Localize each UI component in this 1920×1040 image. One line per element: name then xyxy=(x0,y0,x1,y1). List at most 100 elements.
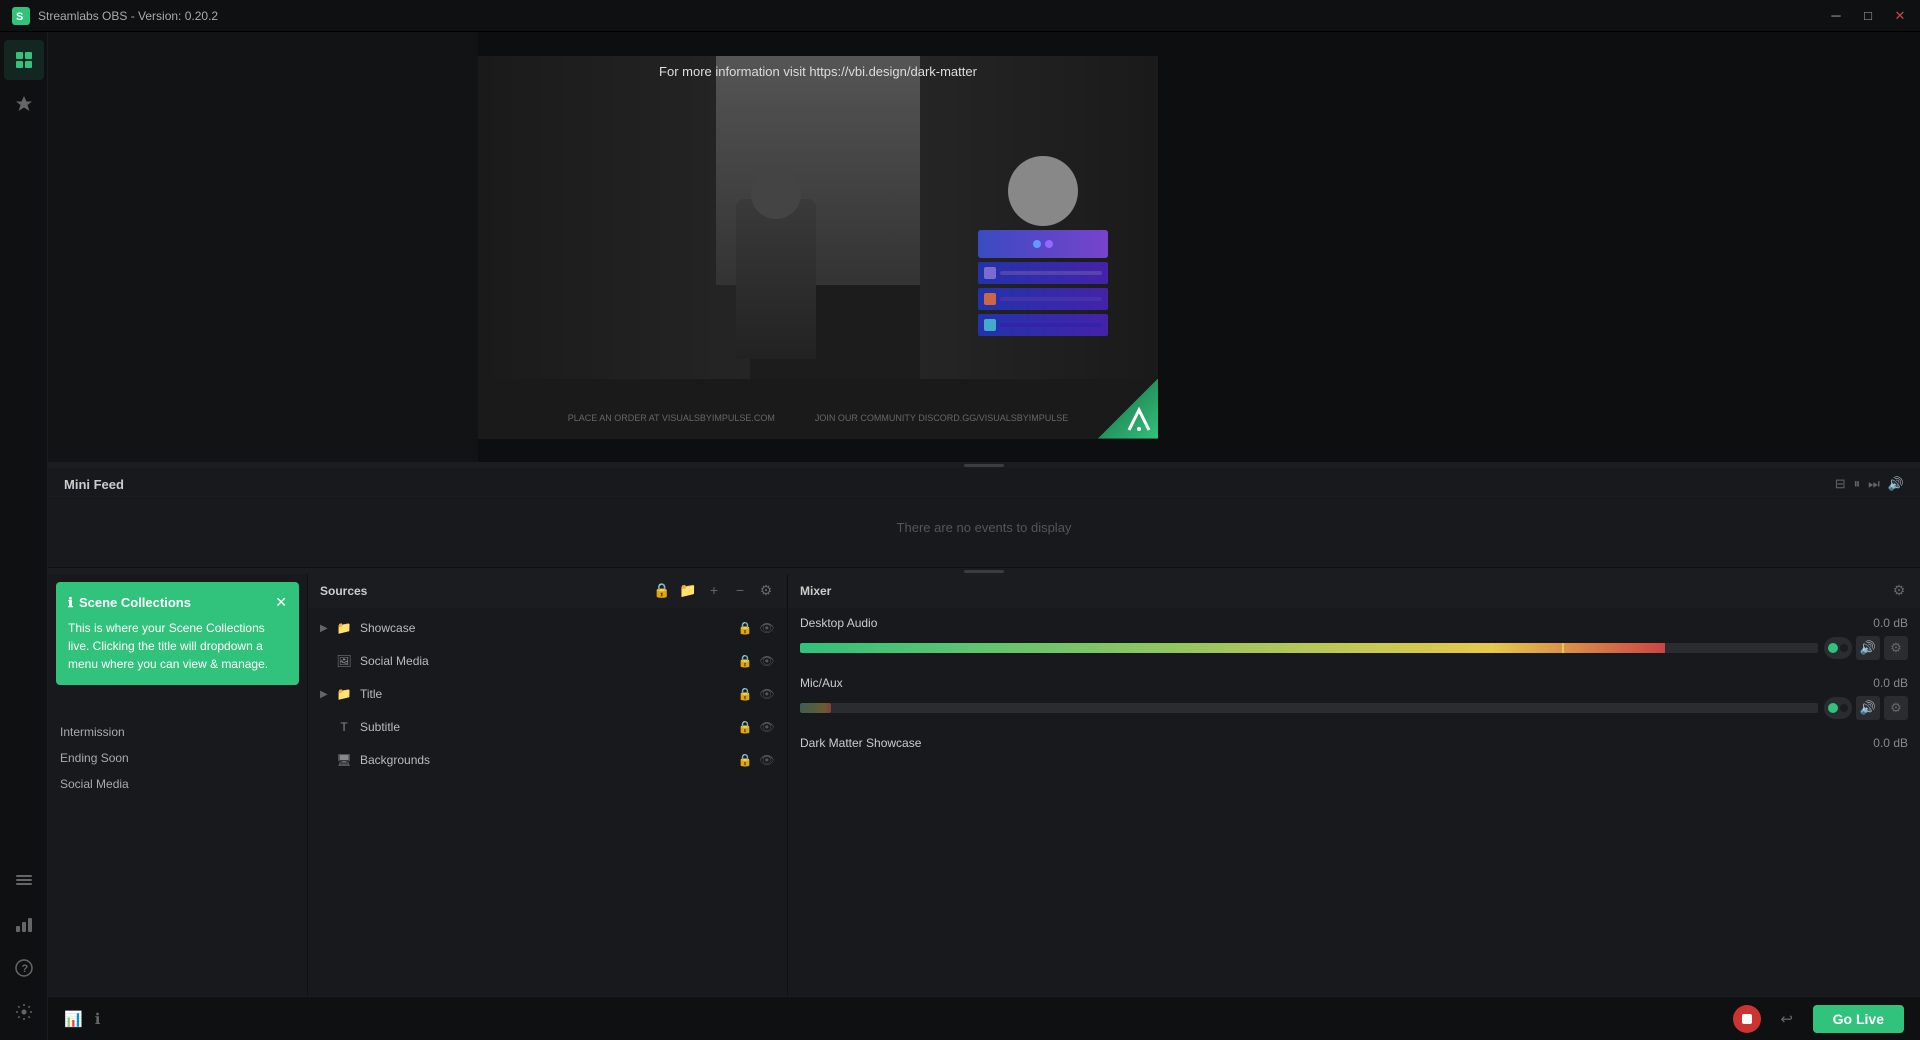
scene-item-intermission[interactable]: Intermission xyxy=(48,719,307,745)
tooltip-text: This is where your Scene Collections liv… xyxy=(68,619,287,673)
source-eye-subtitle[interactable]: 👁 xyxy=(759,720,775,734)
source-eye-backgrounds[interactable]: 👁 xyxy=(759,753,775,767)
close-button[interactable]: ✕ xyxy=(1892,8,1908,24)
source-actions-subtitle: 🔒 👁 xyxy=(737,720,775,734)
source-eye-title[interactable]: 👁 xyxy=(759,687,775,701)
source-lock-subtitle[interactable]: 🔒 xyxy=(737,720,753,734)
tooltip-close-button[interactable]: ✕ xyxy=(275,594,287,611)
source-name-subtitle: Subtitle xyxy=(360,720,737,734)
restore-button[interactable]: ↩ xyxy=(1773,1005,1801,1033)
mixer-track-mic-db: 0.0 dB xyxy=(1873,676,1908,690)
source-item-social-media[interactable]: 🖼 Social Media 🔒 👁 xyxy=(308,645,787,678)
source-item-showcase[interactable]: ▶ 📁 Showcase 🔒 👁 xyxy=(308,612,787,645)
avatar-bar-3 xyxy=(978,314,1108,336)
source-text-icon: T xyxy=(334,717,354,737)
avatar-bar-2 xyxy=(978,288,1108,310)
source-lock-showcase[interactable]: 🔒 xyxy=(737,621,753,635)
sidebar-item-stats[interactable] xyxy=(4,904,44,944)
source-actions-showcase: 🔒 👁 xyxy=(737,621,775,635)
mixer-track-desktop-db: 0.0 dB xyxy=(1873,616,1908,630)
mini-feed-filter-icon[interactable]: ⊟ xyxy=(1835,476,1846,492)
avatar-circle xyxy=(1008,156,1078,226)
scene-item-ending-soon[interactable]: Ending Soon xyxy=(48,745,307,771)
source-lock-title[interactable]: 🔒 xyxy=(737,687,753,701)
maximize-button[interactable]: □ xyxy=(1860,8,1876,24)
mixer-desktop-settings-icon[interactable]: ⚙ xyxy=(1884,636,1908,660)
scene-collections-tooltip: ℹ Scene Collections ✕ This is where your… xyxy=(56,582,299,685)
svg-text:S: S xyxy=(16,11,23,23)
source-lock-social[interactable]: 🔒 xyxy=(737,654,753,668)
mixer-track-mic-header: Mic/Aux 0.0 dB xyxy=(800,676,1908,690)
mixer-track-mic: Mic/Aux 0.0 dB xyxy=(800,676,1908,720)
preview-area: For more information visit https://vbi.d… xyxy=(48,32,1920,462)
info-icon: ℹ xyxy=(68,595,73,611)
mini-feed: Mini Feed ⊟ ⏸ ⏭ 🔊 There are no events to… xyxy=(48,468,1920,568)
sources-lock-icon[interactable]: 🔒 xyxy=(653,582,671,599)
source-folder-title-icon: 📁 xyxy=(334,684,354,704)
source-lock-backgrounds[interactable]: 🔒 xyxy=(737,753,753,767)
sidebar-item-themes[interactable] xyxy=(4,84,44,124)
avatar-overlay xyxy=(978,156,1108,336)
sidebar-item-studio[interactable] xyxy=(4,40,44,80)
source-name-backgrounds: Backgrounds xyxy=(360,753,737,767)
mixer-mic-settings-icon[interactable]: ⚙ xyxy=(1884,696,1908,720)
scene-item-social-media[interactable]: Social Media xyxy=(48,771,307,797)
mini-feed-pause-icon[interactable]: ⏸ xyxy=(1854,476,1861,492)
sidebar-item-scenes[interactable] xyxy=(4,860,44,900)
mini-feed-volume-icon[interactable]: 🔊 xyxy=(1888,476,1904,492)
titlebar-left: S Streamlabs OBS - Version: 0.20.2 xyxy=(12,7,218,25)
source-expand-showcase[interactable]: ▶ xyxy=(320,623,334,634)
scenes-panel: ℹ Scene Collections ✕ This is where your… xyxy=(48,574,308,1040)
source-expand-title[interactable]: ▶ xyxy=(320,689,334,700)
sources-add-button[interactable]: + xyxy=(705,582,723,599)
app-logo: S xyxy=(12,7,30,25)
mixer-content: Desktop Audio 0.0 dB xyxy=(788,608,1920,1040)
footer-left: 📊 ℹ xyxy=(64,1010,100,1028)
preview-video: For more information visit https://vbi.d… xyxy=(478,56,1158,439)
record-button[interactable] xyxy=(1733,1005,1761,1033)
source-name-social-media: Social Media xyxy=(360,654,737,668)
mini-feed-header: Mini Feed ⊟ ⏸ ⏭ 🔊 xyxy=(48,468,1920,497)
record-indicator xyxy=(1742,1014,1752,1024)
content-area: For more information visit https://vbi.d… xyxy=(48,32,1920,1040)
mixer-track-dark-matter-header: Dark Matter Showcase 0.0 dB xyxy=(800,736,1908,750)
minimize-button[interactable]: ─ xyxy=(1828,8,1844,24)
source-item-subtitle[interactable]: T Subtitle 🔒 👁 xyxy=(308,711,787,744)
sources-folder-icon[interactable]: 📁 xyxy=(679,582,697,599)
sidebar-item-help[interactable]: ? xyxy=(4,948,44,988)
titlebar-controls: ─ □ ✕ xyxy=(1828,8,1908,24)
go-live-button[interactable]: Go Live xyxy=(1813,1005,1904,1033)
mixer-mic-toggle-button[interactable] xyxy=(1824,697,1852,719)
source-image-icon: 🖼 xyxy=(334,651,354,671)
game-scene: PLACE AN ORDER AT VISUALSBYIMPULSE.COM J… xyxy=(478,56,1158,439)
footer-info-icon[interactable]: ℹ xyxy=(95,1010,101,1028)
mini-feed-empty-message: There are no events to display xyxy=(48,497,1920,557)
sidebar: ? xyxy=(0,32,48,1040)
mixer-settings-icon[interactable]: ⚙ xyxy=(1890,582,1908,599)
mixer-track-dark-matter-db: 0.0 dB xyxy=(1873,736,1908,750)
mixer-desktop-toggle-button[interactable] xyxy=(1824,637,1852,659)
sidebar-item-settings[interactable] xyxy=(4,992,44,1032)
source-item-backgrounds[interactable]: 🖥 Backgrounds 🔒 👁 xyxy=(308,744,787,777)
sources-settings-icon[interactable]: ⚙ xyxy=(757,582,775,599)
tooltip-title: ℹ Scene Collections xyxy=(68,595,191,611)
mixer-mic-bar-fill xyxy=(800,703,831,713)
watermark: PLACE AN ORDER AT VISUALSBYIMPULSE.COM J… xyxy=(568,413,1069,423)
source-item-title[interactable]: ▶ 📁 Title 🔒 👁 xyxy=(308,678,787,711)
preview-info-text: For more information visit https://vbi.d… xyxy=(659,64,977,79)
source-eye-social[interactable]: 👁 xyxy=(759,654,775,668)
avatar-bar-1 xyxy=(978,262,1108,284)
mixer-track-desktop: Desktop Audio 0.0 dB xyxy=(800,616,1908,660)
source-name-showcase: Showcase xyxy=(360,621,737,635)
mixer-mic-volume-icon[interactable]: 🔊 xyxy=(1856,696,1880,720)
mini-feed-skip-icon[interactable]: ⏭ xyxy=(1868,476,1880,492)
sources-remove-button[interactable]: − xyxy=(731,582,749,599)
mixer-panel: Mixer ⚙ Desktop Audio 0.0 dB xyxy=(788,574,1920,1040)
mini-feed-title: Mini Feed xyxy=(64,477,124,492)
mixer-panel-header: Mixer ⚙ xyxy=(788,574,1920,608)
footer-stats-icon[interactable]: 📊 xyxy=(64,1010,83,1028)
mixer-desktop-volume-icon[interactable]: 🔊 xyxy=(1856,636,1880,660)
source-eye-showcase[interactable]: 👁 xyxy=(759,621,775,635)
mixer-panel-title: Mixer xyxy=(800,584,831,598)
titlebar: S Streamlabs OBS - Version: 0.20.2 ─ □ ✕ xyxy=(0,0,1920,32)
